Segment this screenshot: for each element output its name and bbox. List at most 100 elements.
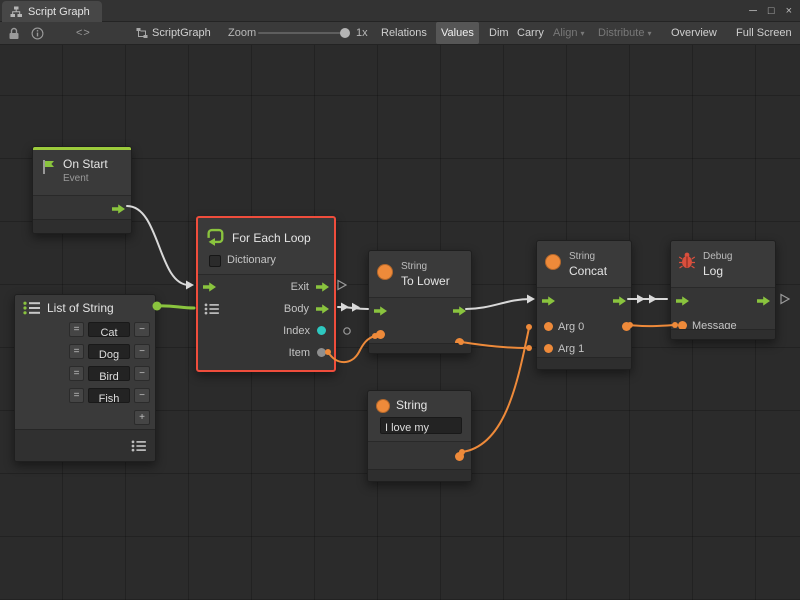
string-output-port[interactable] — [455, 452, 464, 461]
fullscreen-button[interactable]: Full Screen — [731, 22, 797, 44]
string-value-input[interactable] — [381, 421, 461, 436]
trigger-output-port[interactable] — [112, 204, 125, 214]
node-to-lower[interactable]: String To Lower — [368, 250, 472, 354]
loop-icon — [205, 226, 225, 246]
carry-button[interactable]: Carry — [512, 22, 549, 44]
title-bar: Script Graph ─ □ × — [0, 0, 800, 22]
drag-handle[interactable]: = — [69, 344, 84, 359]
graph-toolbar: <> ScriptGraph Zoom 1x Relations Values … — [0, 22, 800, 45]
item-output-port[interactable] — [317, 348, 326, 357]
zoom-slider-handle[interactable] — [340, 28, 350, 38]
relations-button[interactable]: Relations — [376, 22, 432, 44]
add-item-button[interactable]: + — [134, 410, 150, 425]
list-item-input-1[interactable] — [89, 349, 129, 362]
node-concat[interactable]: String Concat Arg 0 Arg 1 — [536, 240, 632, 370]
node-title: List of String — [47, 301, 114, 315]
string-type-icon — [545, 254, 561, 270]
body-output-port[interactable] — [316, 304, 329, 314]
node-title: String — [396, 398, 427, 412]
close-icon[interactable]: × — [786, 5, 792, 17]
enter-input-port[interactable] — [374, 306, 387, 316]
remove-item-button[interactable]: − — [134, 344, 150, 359]
node-title: Concat — [569, 264, 607, 278]
bug-icon — [678, 251, 696, 269]
enter-input-port[interactable] — [203, 282, 216, 292]
distribute-dropdown[interactable]: Distribute▾ — [593, 22, 656, 44]
exit-output-port[interactable] — [757, 296, 770, 306]
chevron-down-icon: ▾ — [580, 29, 584, 38]
node-category: String — [401, 261, 427, 272]
node-footer — [537, 357, 631, 369]
list-output-port-icon[interactable] — [131, 440, 147, 452]
info-icon[interactable] — [31, 22, 44, 44]
list-item-field[interactable] — [88, 366, 130, 381]
node-category: Debug — [703, 251, 732, 262]
exit-output-port[interactable] — [316, 282, 329, 292]
zoom-value: 1x — [356, 22, 368, 44]
flag-icon — [41, 159, 57, 175]
node-debug-log[interactable]: Debug Log Message — [670, 240, 776, 340]
node-footer — [33, 219, 131, 233]
drag-handle[interactable]: = — [69, 388, 84, 403]
tab-title: Script Graph — [28, 6, 90, 18]
item-port-label: Item — [289, 347, 310, 359]
remove-item-button[interactable]: − — [134, 388, 150, 403]
node-on-start[interactable]: On Start Event — [32, 146, 132, 234]
maximize-icon[interactable]: □ — [768, 5, 775, 17]
event-color-bar — [33, 147, 131, 150]
index-port-label: Index — [283, 325, 310, 337]
node-string-literal[interactable]: String — [367, 390, 472, 482]
string-value-field[interactable] — [380, 417, 462, 434]
list-item-field[interactable] — [88, 344, 130, 359]
node-list-of-string[interactable]: List of String = − = − = − = − + — [14, 294, 156, 462]
node-title: On Start — [63, 157, 108, 171]
zoom-slider-track[interactable] — [258, 32, 348, 34]
dictionary-label: Dictionary — [227, 254, 276, 266]
script-graph-icon — [10, 6, 22, 18]
list-item-input-3[interactable] — [89, 393, 129, 406]
node-title: Log — [703, 264, 723, 278]
enter-input-port[interactable] — [542, 296, 555, 306]
index-output-port[interactable] — [317, 326, 326, 335]
string-output-port[interactable] — [622, 322, 631, 331]
node-category: String — [569, 251, 595, 262]
node-footer — [369, 343, 471, 353]
dim-button[interactable]: Dim — [484, 22, 514, 44]
list-input-port-icon[interactable] — [204, 303, 220, 315]
ports-section — [15, 429, 155, 461]
dictionary-checkbox[interactable] — [209, 255, 221, 267]
code-icon[interactable]: <> — [76, 22, 91, 44]
align-dropdown[interactable]: Align▾ — [548, 22, 589, 44]
string-type-icon — [377, 264, 393, 280]
arg1-port-label: Arg 1 — [558, 343, 584, 355]
string-input-port[interactable] — [376, 330, 385, 339]
exit-port-label: Exit — [291, 281, 309, 293]
arg0-port-label: Arg 0 — [558, 321, 584, 333]
remove-item-button[interactable]: − — [134, 366, 150, 381]
ports-section: Exit Body Index Item — [198, 274, 334, 370]
lock-icon[interactable] — [8, 22, 20, 44]
node-footer — [368, 469, 471, 481]
exit-output-port[interactable] — [613, 296, 626, 306]
node-for-each-loop[interactable]: For Each Loop Dictionary Exit Body Index… — [196, 216, 336, 372]
minimize-icon[interactable]: ─ — [749, 5, 757, 17]
drag-handle[interactable]: = — [69, 366, 84, 381]
remove-item-button[interactable]: − — [134, 322, 150, 337]
graph-breadcrumb[interactable]: ScriptGraph — [152, 22, 211, 44]
tab-script-graph[interactable]: Script Graph — [2, 1, 102, 22]
values-button[interactable]: Values — [436, 22, 479, 44]
node-title: To Lower — [401, 274, 450, 288]
list-item-input-0[interactable] — [89, 327, 129, 340]
list-item-input-2[interactable] — [89, 371, 129, 384]
drag-handle[interactable]: = — [69, 322, 84, 337]
arg1-input-port[interactable] — [544, 344, 553, 353]
arg0-input-port[interactable] — [544, 322, 553, 331]
list-item-field[interactable] — [88, 388, 130, 403]
node-title: For Each Loop — [232, 231, 311, 245]
node-subtitle: Event — [63, 173, 89, 184]
exit-output-port[interactable] — [453, 306, 466, 316]
string-type-icon — [376, 399, 390, 413]
enter-input-port[interactable] — [676, 296, 689, 306]
overview-button[interactable]: Overview — [666, 22, 722, 44]
list-item-field[interactable] — [88, 322, 130, 337]
